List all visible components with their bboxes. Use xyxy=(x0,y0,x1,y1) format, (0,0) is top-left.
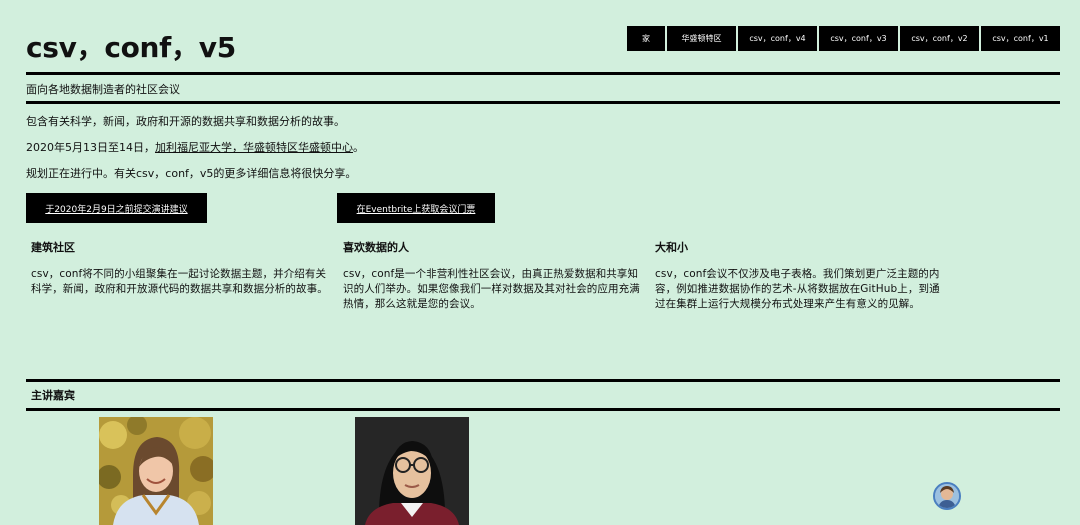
chat-avatar[interactable] xyxy=(933,482,961,510)
nav-item-v1[interactable]: csv，conf，v1 xyxy=(981,26,1060,51)
nav-item-home[interactable]: 家 xyxy=(627,26,665,51)
event-date: 2020年5月13日至14日， xyxy=(26,141,155,154)
divider xyxy=(26,408,1060,411)
punctuation: 。 xyxy=(353,141,364,154)
keynote-heading: 主讲嘉宾 xyxy=(31,389,75,402)
top-nav: 家 华盛顿特区 csv，conf，v4 csv，conf，v3 csv，conf… xyxy=(627,26,1060,51)
page: csv，conf，v5 家 华盛顿特区 csv，conf，v4 csv，conf… xyxy=(0,0,1080,525)
feature-title: 建筑社区 xyxy=(31,241,75,254)
nav-item-v3[interactable]: csv，conf，v3 xyxy=(819,26,898,51)
venue-link[interactable]: 加利福尼亚大学，华盛顿特区华盛顿中心 xyxy=(155,141,353,154)
planning-note: 规划正在进行中。有关csv，conf，v5的更多详细信息将很快分享。 xyxy=(26,167,357,180)
feature-big-small: 大和小 csv，conf会议不仅涉及电子表格。我们策划更广泛主题的内容，例如推进… xyxy=(655,241,947,312)
feature-people: 喜欢数据的人 csv，conf是一个非营利性社区会议，由真正热爱数据和共享知识的… xyxy=(343,241,641,312)
feature-title: 喜欢数据的人 xyxy=(343,241,409,254)
divider xyxy=(26,379,1060,382)
submit-proposal-button[interactable]: 于2020年2月9日之前提交演讲建议 xyxy=(26,193,207,223)
divider xyxy=(26,101,1060,104)
feature-body: csv，conf是一个非营利性社区会议，由真正热爱数据和共享知识的人们举办。如果… xyxy=(343,268,640,310)
feature-body: csv，conf将不同的小组聚集在一起讨论数据主题，并介绍有关科学，新闻，政府和… xyxy=(31,268,328,295)
feature-title: 大和小 xyxy=(655,241,688,254)
nav-item-v4[interactable]: csv，conf，v4 xyxy=(738,26,817,51)
feature-community: 建筑社区 csv，conf将不同的小组聚集在一起讨论数据主题，并介绍有关科学，新… xyxy=(31,241,329,297)
site-title: csv，conf，v5 xyxy=(26,31,236,64)
speaker-photo xyxy=(99,417,213,525)
get-tickets-button[interactable]: 在Eventbrite上获取会议门票 xyxy=(337,193,495,223)
tagline: 面向各地数据制造者的社区会议 xyxy=(26,83,180,96)
event-date-venue: 2020年5月13日至14日，加利福尼亚大学，华盛顿特区华盛顿中心。 xyxy=(26,141,364,155)
divider xyxy=(26,72,1060,75)
speaker-photo xyxy=(355,417,469,525)
intro-text: 包含有关科学，新闻，政府和开源的数据共享和数据分析的故事。 xyxy=(26,115,345,128)
nav-item-washington-dc[interactable]: 华盛顿特区 xyxy=(667,26,736,51)
feature-body: csv，conf会议不仅涉及电子表格。我们策划更广泛主题的内容，例如推进数据协作… xyxy=(655,268,940,310)
nav-item-v2[interactable]: csv，conf，v2 xyxy=(900,26,979,51)
